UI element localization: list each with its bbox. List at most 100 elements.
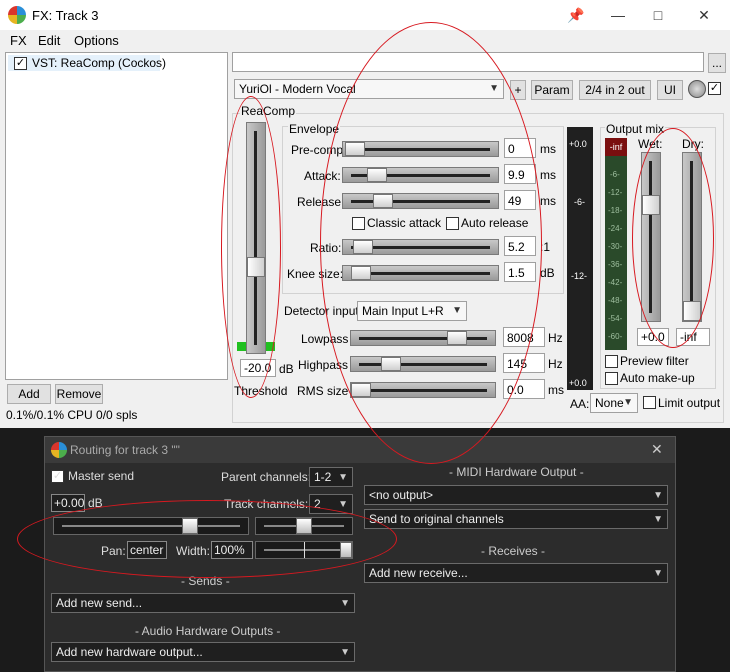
- rms-slider[interactable]: [350, 382, 496, 398]
- release-thumb[interactable]: [373, 194, 393, 208]
- io-button[interactable]: 2/4 in 2 out: [579, 80, 651, 100]
- add-hw-output-dropdown[interactable]: Add new hardware output... ▼: [51, 642, 355, 662]
- knee-slider[interactable]: [342, 265, 499, 281]
- parent-channels-label: Parent channels:: [221, 470, 312, 484]
- volume-slider[interactable]: [53, 517, 249, 535]
- threshold-slider[interactable]: [246, 122, 266, 354]
- rms-field[interactable]: 0.0: [503, 379, 545, 399]
- wet-knob-icon[interactable]: [688, 80, 706, 98]
- pan-thumb[interactable]: [296, 518, 312, 534]
- chevron-down-icon: ▼: [452, 305, 462, 316]
- aa-dropdown[interactable]: None ▼: [590, 393, 638, 413]
- midi-channel-dropdown[interactable]: Send to original channels ▼: [364, 509, 668, 529]
- detector-value: Main Input L+R: [362, 304, 444, 318]
- classic-attack-checkbox[interactable]: [352, 217, 365, 230]
- add-send-dropdown[interactable]: Add new send... ▼: [51, 593, 355, 613]
- minimize-icon[interactable]: —: [608, 5, 628, 25]
- track-channels-dropdown[interactable]: 2 ▼: [309, 494, 353, 514]
- add-receive-dropdown[interactable]: Add new receive... ▼: [364, 563, 668, 583]
- wet-thumb[interactable]: [642, 195, 660, 215]
- detector-dropdown[interactable]: Main Input L+R ▼: [357, 301, 467, 321]
- preset-dropdown[interactable]: YuriOl - Modern Vocal ▼: [234, 79, 504, 99]
- chevron-down-icon: ▼: [338, 499, 348, 510]
- close-icon[interactable]: ✕: [651, 441, 663, 458]
- browse-button[interactable]: ...: [708, 53, 726, 73]
- aa-value: None: [595, 396, 624, 410]
- auto-makeup-checkbox[interactable]: [605, 372, 618, 385]
- release-slider[interactable]: [342, 193, 499, 209]
- attack-slider[interactable]: [342, 167, 499, 183]
- limit-output-checkbox[interactable]: [643, 396, 656, 409]
- dry-thumb[interactable]: [683, 301, 701, 321]
- routing-title-bar[interactable]: Routing for track 3 "" ✕: [45, 437, 675, 463]
- knee-thumb[interactable]: [351, 266, 371, 280]
- auto-makeup-label: Auto make-up: [620, 371, 695, 385]
- param-button[interactable]: Param: [531, 80, 573, 100]
- knee-field[interactable]: 1.5: [504, 262, 536, 282]
- pin-icon[interactable]: 📌: [566, 5, 586, 25]
- highpass-thumb[interactable]: [381, 357, 401, 371]
- lowpass-thumb[interactable]: [447, 331, 467, 345]
- wet-slider[interactable]: [641, 152, 661, 322]
- add-preset-button[interactable]: +: [510, 80, 526, 100]
- precomp-thumb[interactable]: [345, 142, 365, 156]
- fx-enable-checkbox[interactable]: ✓: [14, 57, 27, 70]
- ratio-slider[interactable]: [342, 239, 499, 255]
- master-send-label: Master send: [68, 469, 135, 483]
- chevron-down-icon: ▼: [653, 490, 663, 501]
- lowpass-field[interactable]: 8008: [503, 327, 545, 347]
- chevron-down-icon: ▼: [340, 647, 350, 658]
- attack-unit: ms: [540, 168, 556, 182]
- lowpass-slider[interactable]: [350, 330, 496, 346]
- attack-field[interactable]: 9.9: [504, 164, 536, 184]
- add-button[interactable]: Add: [7, 384, 51, 404]
- rms-thumb[interactable]: [351, 383, 371, 397]
- fx-name-field[interactable]: [232, 52, 704, 72]
- volume-thumb[interactable]: [182, 518, 198, 534]
- highpass-field[interactable]: 145: [503, 353, 545, 373]
- auto-release-checkbox[interactable]: [446, 217, 459, 230]
- wet-label: Wet:: [638, 137, 663, 151]
- midi-output-dropdown[interactable]: <no output> ▼: [364, 485, 668, 505]
- master-send-checkbox[interactable]: ✓: [51, 470, 64, 483]
- bypass-checkbox[interactable]: ✓: [708, 82, 721, 95]
- release-field[interactable]: 49: [504, 190, 536, 210]
- threshold-thumb[interactable]: [247, 257, 265, 277]
- width-field[interactable]: 100%: [211, 541, 253, 559]
- meter-top-label: +0.0: [569, 139, 587, 149]
- precomp-label: Pre-comp:: [291, 143, 347, 157]
- close-icon[interactable]: ✕: [694, 5, 714, 25]
- ratio-thumb[interactable]: [353, 240, 373, 254]
- remove-button[interactable]: Remove: [55, 384, 103, 404]
- threshold-field[interactable]: -20.0: [240, 359, 276, 377]
- preview-filter-checkbox[interactable]: [605, 355, 618, 368]
- highpass-slider[interactable]: [350, 356, 496, 372]
- menu-fx[interactable]: FX: [10, 33, 27, 48]
- output-mix-label: Output mix: [605, 122, 666, 136]
- ratio-field[interactable]: 5.2: [504, 236, 536, 256]
- wet-field[interactable]: +0.0: [637, 328, 669, 346]
- volume-field[interactable]: +0.00: [51, 494, 85, 512]
- maximize-icon[interactable]: □: [648, 5, 668, 25]
- menu-edit[interactable]: Edit: [38, 33, 60, 48]
- pan-field[interactable]: center: [127, 541, 167, 559]
- list-item[interactable]: ✓ VST: ReaComp (Cockos): [8, 55, 166, 71]
- precomp-slider[interactable]: [342, 141, 499, 157]
- gr-scale-48: -48-: [608, 296, 623, 305]
- level-meter: +0.0 -6- -12- +0.0: [567, 127, 593, 390]
- width-slider[interactable]: [255, 541, 353, 559]
- attack-thumb[interactable]: [367, 168, 387, 182]
- ratio-unit: :1: [540, 240, 551, 254]
- pan-slider[interactable]: [255, 517, 353, 535]
- auto-release-label: Auto release: [461, 216, 529, 230]
- width-thumb[interactable]: [340, 542, 352, 558]
- meter-mid-label: -6-: [574, 197, 585, 207]
- precomp-field[interactable]: 0: [504, 138, 536, 158]
- parent-channels-dropdown[interactable]: 1-2 ▼: [309, 467, 353, 487]
- dry-field[interactable]: -inf: [676, 328, 710, 346]
- dry-slider[interactable]: [682, 152, 702, 322]
- menu-options[interactable]: Options: [74, 33, 119, 48]
- fx-chain-list[interactable]: ✓ VST: ReaComp (Cockos): [5, 52, 228, 380]
- title-bar[interactable]: FX: Track 3 📌 — □ ✕: [0, 0, 730, 30]
- ui-button[interactable]: UI: [657, 80, 683, 100]
